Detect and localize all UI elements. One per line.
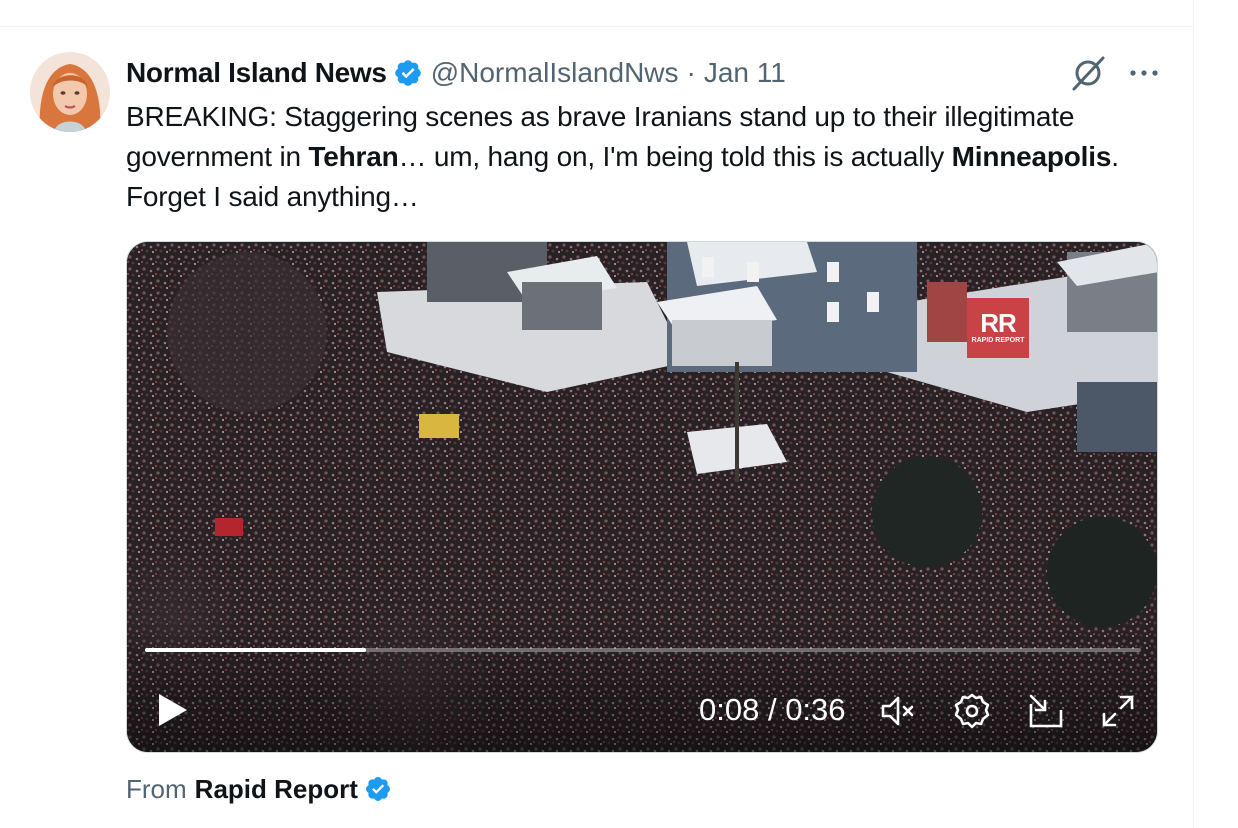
watermark-name: RAPID REPORT [971,337,1025,344]
tweet-header: Normal Island News @NormalIslandNws · Ja… [126,54,786,92]
play-icon[interactable] [153,690,193,730]
gear-icon[interactable] [953,692,991,730]
source-prefix: From [126,773,187,804]
avatar-image [30,52,110,132]
controls-overlay [127,622,1157,752]
tweet-text-bold-tehran: Tehran [308,141,399,172]
video-player[interactable]: RR RAPID REPORT 0:08 / 0:36 [126,241,1158,753]
grok-icon[interactable] [1068,54,1108,92]
more-icon[interactable] [1124,54,1164,92]
video-progress-fill [145,648,367,652]
timeline-border [1193,0,1194,828]
time-separator: / [759,692,786,727]
video-watermark: RR RAPID REPORT [967,298,1029,358]
display-name[interactable]: Normal Island News [126,57,387,89]
duration: 0:36 [785,692,846,727]
verified-badge-icon[interactable] [393,58,423,88]
source-name-link[interactable]: Rapid Report [195,774,358,805]
top-divider [0,26,1193,27]
separator-dot: · [686,57,696,88]
avatar[interactable] [30,52,110,132]
volume-muted-icon[interactable] [879,692,917,730]
tweet-date[interactable]: Jan 11 [704,57,786,89]
picture-in-picture-icon[interactable] [1027,692,1065,730]
video-progress-bar[interactable] [145,648,1141,652]
video-source: From Rapid Report [126,772,392,806]
tweet-text-part: … um, hang on, I'm being told this is ac… [398,141,952,172]
tweet-text-bold-minneapolis: Minneapolis [951,141,1112,172]
user-handle[interactable]: @NormalIslandNws [431,57,679,89]
watermark-logo: RR [980,308,1017,338]
tweet-text: BREAKING: Staggering scenes as brave Ira… [126,97,1166,217]
current-time: 0:08 [699,692,760,727]
verified-badge-icon[interactable] [364,775,392,803]
video-time: 0:08 / 0:36 [699,692,846,728]
fullscreen-icon[interactable] [1099,692,1137,730]
